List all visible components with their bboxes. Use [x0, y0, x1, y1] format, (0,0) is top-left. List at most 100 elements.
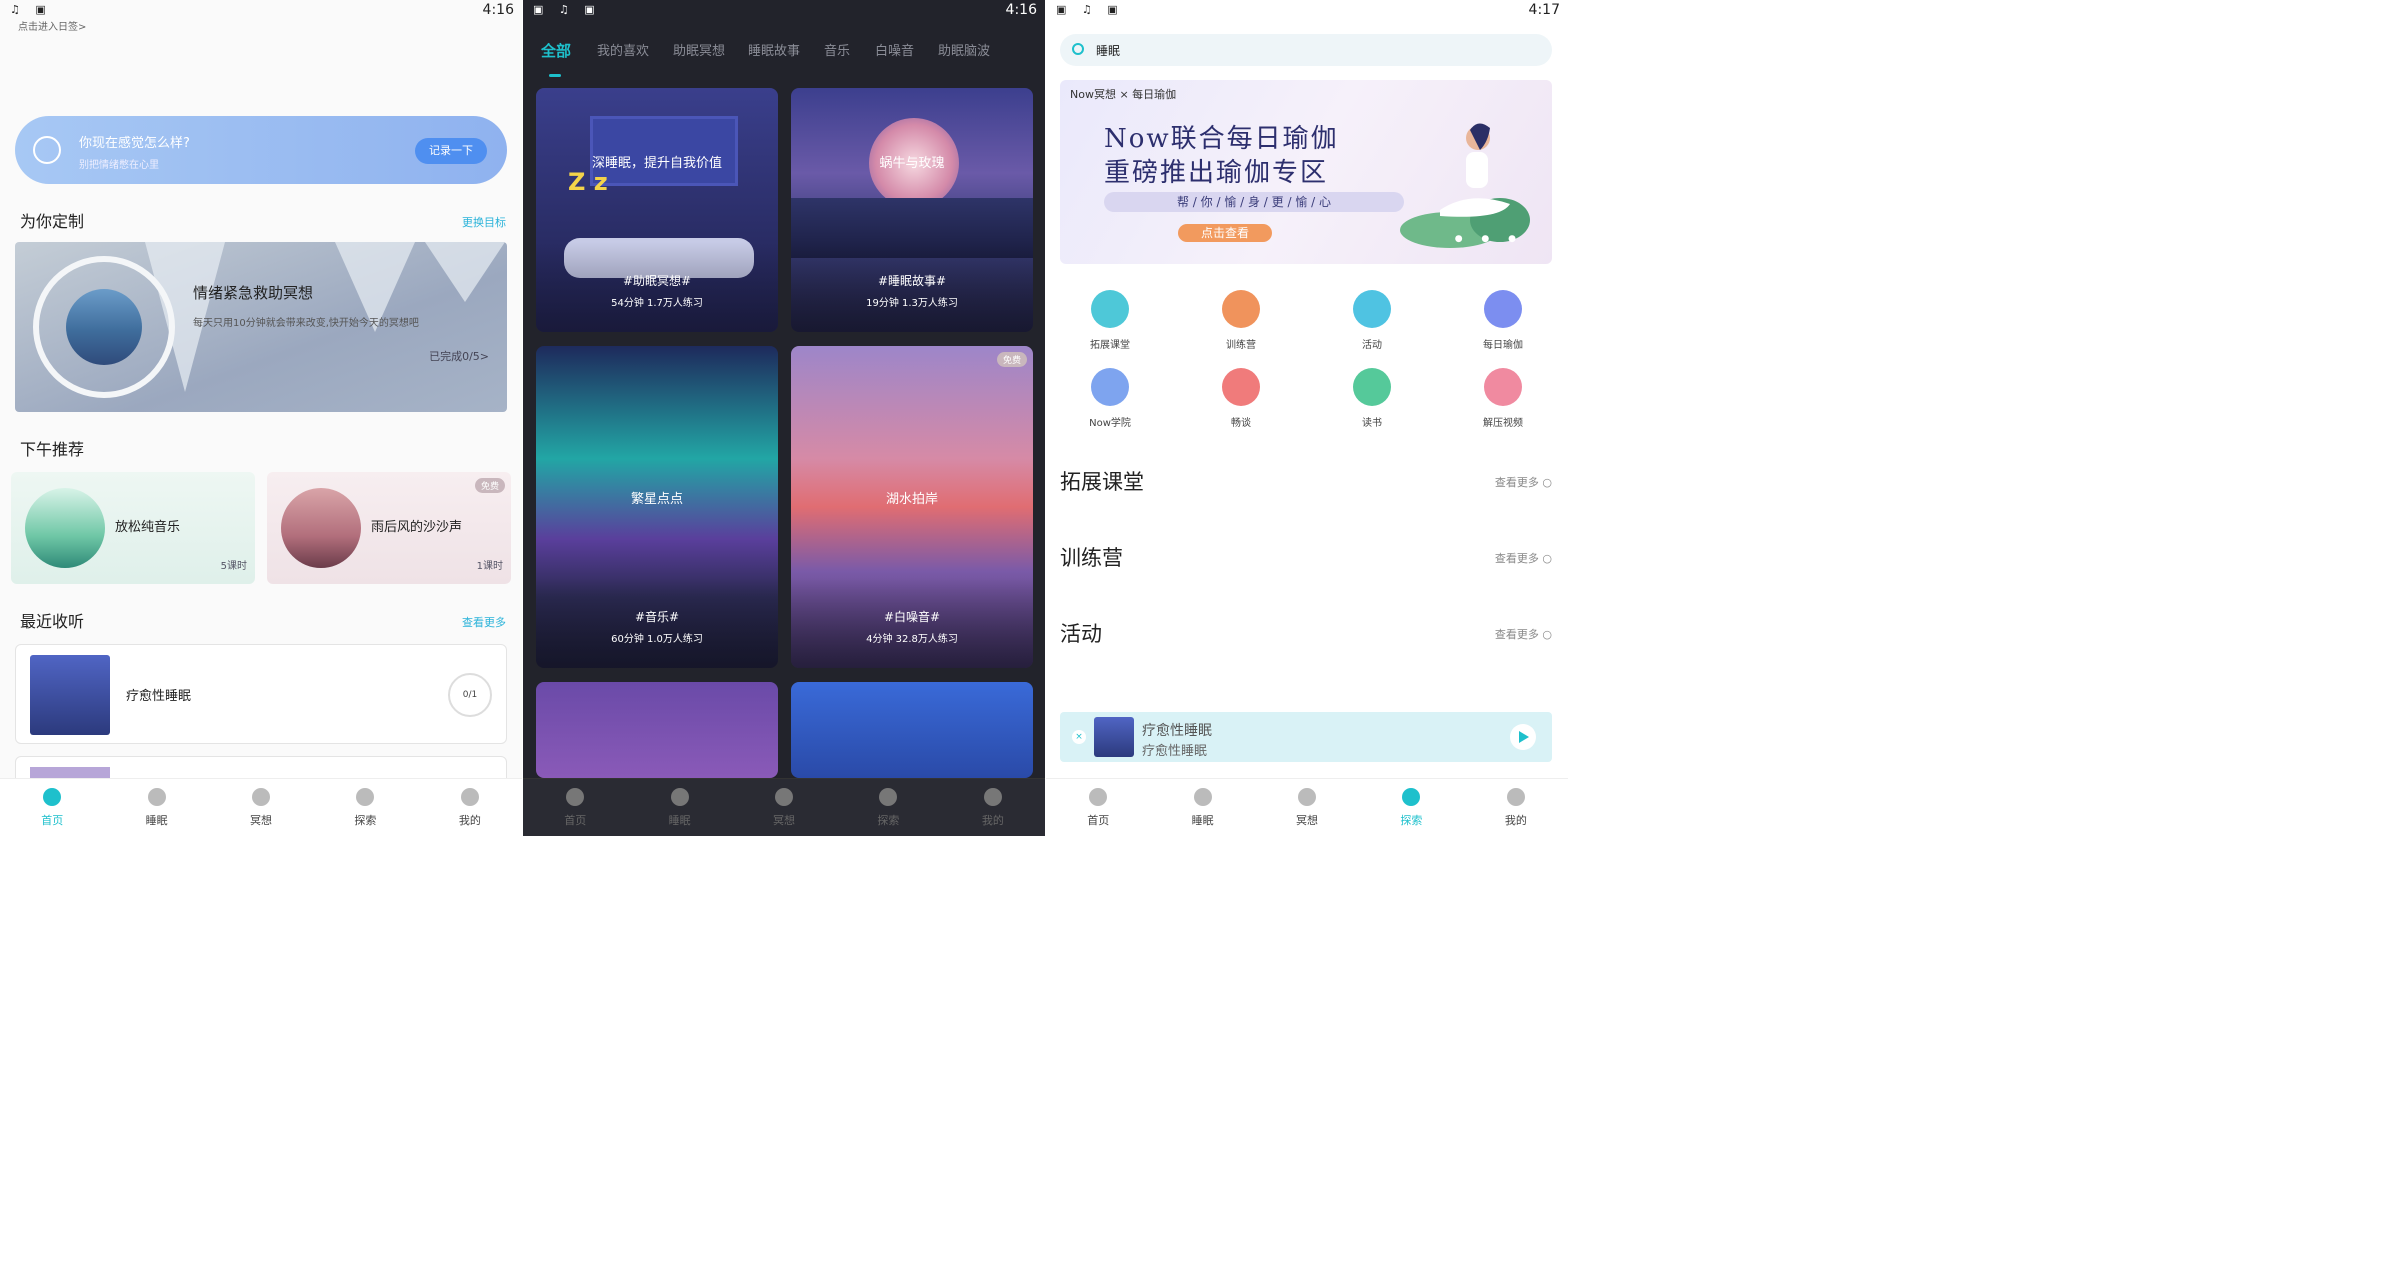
flame-icon	[1222, 290, 1260, 328]
tab-home[interactable]: 首页	[1046, 779, 1150, 836]
feature-label: 每日瑜伽	[1483, 340, 1523, 351]
card-tag: #助眠冥想#	[622, 274, 692, 288]
feature-label: 解压视频	[1483, 418, 1523, 429]
tab-mine[interactable]: 我的	[941, 779, 1045, 836]
feature-item[interactable]: 活动	[1322, 290, 1422, 351]
tab-music[interactable]: 音乐	[824, 40, 850, 59]
feature-grid: 拓展课堂 训练营 活动 每日瑜伽 Now学院 畅谈 读书 解压视频	[1060, 290, 1552, 440]
search-input[interactable]: 睡眠	[1060, 34, 1552, 66]
feature-item[interactable]: 畅谈	[1191, 368, 1291, 429]
book-icon	[1353, 368, 1391, 406]
card-title: 深睡眠，提升自我价值	[591, 156, 722, 171]
tab-meditate[interactable]: 冥想	[209, 779, 313, 836]
tab-label: 冥想	[773, 813, 796, 827]
daily-sign-link[interactable]: 点击进入日签>	[18, 18, 86, 33]
custom-meditation-card[interactable]: 情绪紧急救助冥想 每天只用10分钟就会带来改变,快开始今天的冥想吧 已完成0/5…	[15, 242, 507, 412]
section-title-events: 活动	[1060, 622, 1102, 646]
promo-banner[interactable]: Now冥想 × 每日瑜伽 Now联合每日瑜伽 重磅推出瑜伽专区 帮 / 你 / …	[1060, 80, 1552, 264]
tab-mine[interactable]: 我的	[1464, 779, 1568, 836]
tab-favorites[interactable]: 我的喜欢	[597, 40, 649, 59]
tab-explore[interactable]: 探索	[313, 779, 417, 836]
see-more-link[interactable]: 查看更多 ○	[1495, 474, 1552, 490]
recommend-title: 雨后风的沙沙声	[371, 520, 463, 535]
user-icon	[460, 787, 479, 806]
banner-cta-button[interactable]: 点击查看	[1178, 224, 1272, 242]
notification-icons: ♫ ▣	[10, 3, 52, 16]
feature-item[interactable]: 每日瑜伽	[1453, 290, 1553, 351]
track-title: 疗愈性睡眠	[126, 689, 192, 704]
recommend-card[interactable]: 放松纯音乐 5课时	[11, 472, 255, 584]
tab-explore[interactable]: 探索	[1359, 779, 1463, 836]
tab-white-noise[interactable]: 白噪音	[875, 40, 914, 59]
tab-mine[interactable]: 我的	[418, 779, 522, 836]
feature-label: 活动	[1362, 340, 1382, 351]
search-icon	[1402, 787, 1421, 806]
tab-all[interactable]: 全部	[541, 40, 571, 61]
recent-item[interactable]: 疗愈性睡眠 0/1	[15, 644, 507, 744]
tab-sleep[interactable]: 睡眠	[1150, 779, 1254, 836]
section-title-courses: 拓展课堂	[1060, 470, 1144, 494]
planet-icon	[775, 787, 794, 806]
mood-card[interactable]: 你现在感觉怎么样? 别把情绪憋在心里 记录一下	[15, 116, 507, 184]
tab-label: 首页	[41, 813, 64, 827]
mini-player[interactable]: × 疗愈性睡眠 疗愈性睡眠	[1060, 712, 1552, 762]
tab-brainwave[interactable]: 助眠脑波	[938, 40, 990, 59]
bottom-tab-bar: 首页 睡眠 冥想 探索 我的	[1046, 778, 1568, 836]
tab-label: 首页	[1087, 813, 1110, 827]
record-button[interactable]: 记录一下	[415, 138, 487, 164]
feature-item[interactable]: 解压视频	[1453, 368, 1553, 429]
tab-sleep[interactable]: 睡眠	[627, 779, 731, 836]
sleep-screen: ▣ ♫ ▣ 4:16 全部 我的喜欢 助眠冥想 睡眠故事 音乐 白噪音 助眠脑波…	[523, 0, 1045, 836]
tab-sleep-meditation[interactable]: 助眠冥想	[673, 40, 725, 59]
tab-home[interactable]: 首页	[523, 779, 627, 836]
content-card[interactable]	[536, 682, 778, 778]
change-goal-link[interactable]: 更换目标	[462, 214, 506, 230]
smile-icon	[33, 136, 61, 164]
see-more-link[interactable]: 查看更多 ○	[1495, 550, 1552, 566]
recommend-card[interactable]: 免费 雨后风的沙沙声 1课时	[267, 472, 511, 584]
bottom-tab-bar: 首页 睡眠 冥想 探索 我的	[523, 778, 1045, 836]
feature-item[interactable]: 读书	[1322, 368, 1422, 429]
tab-label: 睡眠	[1191, 813, 1214, 827]
feature-item[interactable]: Now学院	[1060, 368, 1160, 429]
status-bar: ▣ ♫ ▣ 4:17	[1046, 0, 1568, 22]
planet-icon	[252, 787, 271, 806]
feature-item[interactable]: 拓展课堂	[1060, 290, 1160, 351]
card-tag: #音乐#	[634, 610, 680, 624]
carousel-dots: ● ● ●	[1454, 234, 1524, 244]
tab-meditate[interactable]: 冥想	[732, 779, 836, 836]
content-card[interactable]: Z z 深睡眠，提升自我价值 #助眠冥想# 54分钟 1.7万人练习	[536, 88, 778, 332]
feature-item[interactable]: 训练营	[1191, 290, 1291, 351]
notification-icons: ▣ ♫ ▣	[1056, 3, 1124, 16]
section-title-recent: 最近收听	[20, 612, 85, 631]
tab-label: 探索	[877, 813, 900, 827]
content-card[interactable]	[791, 682, 1033, 778]
tab-sleep-stories[interactable]: 睡眠故事	[748, 40, 800, 59]
see-more-link[interactable]: 查看更多	[462, 614, 506, 630]
feature-label: 读书	[1362, 418, 1382, 429]
moon-icon	[1193, 787, 1212, 806]
zzz-icon: Z z	[568, 168, 608, 196]
track-thumbnail	[30, 655, 110, 735]
planet-icon	[1298, 787, 1317, 806]
progress-circle: 0/1	[448, 673, 492, 717]
tab-meditate[interactable]: 冥想	[1255, 779, 1359, 836]
see-more-link[interactable]: 查看更多 ○	[1495, 626, 1552, 642]
home-chart-icon	[566, 787, 585, 806]
window-illustration	[590, 116, 738, 186]
tab-sleep[interactable]: 睡眠	[104, 779, 208, 836]
landscape-illustration	[25, 488, 105, 568]
search-icon	[879, 787, 898, 806]
tab-home[interactable]: 首页	[0, 779, 104, 836]
notification-icons: ▣ ♫ ▣	[533, 3, 601, 16]
video-icon	[1484, 368, 1522, 406]
card-tag: #白噪音#	[883, 610, 941, 624]
close-icon[interactable]: ×	[1072, 730, 1086, 744]
content-card[interactable]: 蜗牛与玫瑰 #睡眠故事# 19分钟 1.3万人练习	[791, 88, 1033, 332]
play-button[interactable]	[1510, 724, 1536, 750]
mood-subtitle: 别把情绪憋在心里	[79, 160, 159, 171]
content-card[interactable]: 繁星点点 #音乐# 60分钟 1.0万人练习	[536, 346, 778, 668]
content-card[interactable]: 免费 湖水拍岸 #白噪音# 4分钟 32.8万人练习	[791, 346, 1033, 668]
tab-explore[interactable]: 探索	[836, 779, 940, 836]
card-title: 情绪紧急救助冥想	[193, 284, 314, 302]
